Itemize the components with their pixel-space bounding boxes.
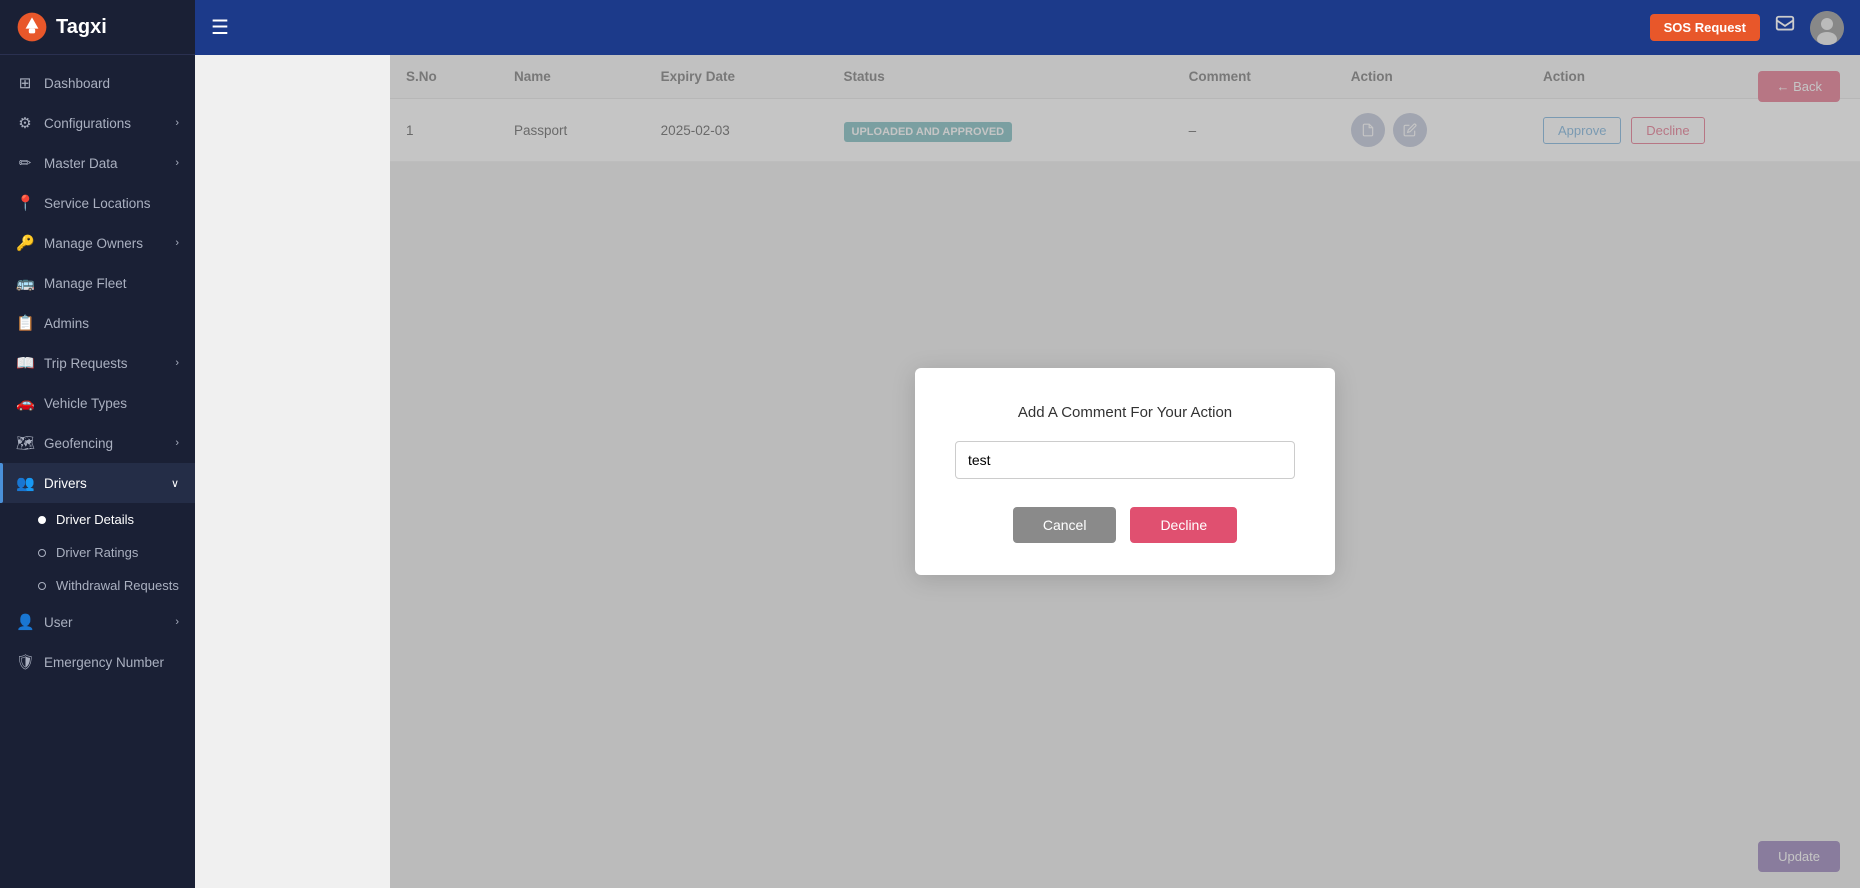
sidebar-item-service-locations[interactable]: 📍 Service Locations <box>0 183 195 223</box>
sidebar-item-configurations[interactable]: ⚙ Configurations › <box>0 103 195 143</box>
sidebar-item-label: User <box>44 615 73 630</box>
sidebar-sub-driver-ratings[interactable]: Driver Ratings <box>0 536 195 569</box>
sidebar-sub-driver-details[interactable]: Driver Details <box>0 503 195 536</box>
decline-comment-modal: Add A Comment For Your Action Cancel Dec… <box>915 368 1335 575</box>
emergency-icon: 🛡 <box>16 653 34 671</box>
sidebar-item-master-data[interactable]: ✏ Master Data › <box>0 143 195 183</box>
sub-dot-icon <box>38 549 46 557</box>
sidebar-item-label: Master Data <box>44 156 118 171</box>
modal-title: Add A Comment For Your Action <box>955 404 1295 421</box>
user-avatar[interactable] <box>1810 11 1844 45</box>
configurations-icon: ⚙ <box>16 114 34 132</box>
sidebar-item-vehicle-types[interactable]: 🚗 Vehicle Types <box>0 383 195 423</box>
topbar-right: SOS Request <box>1650 11 1844 45</box>
modal-actions: Cancel Decline <box>955 507 1295 543</box>
sub-item-label: Driver Details <box>56 512 134 527</box>
chevron-right-icon: › <box>175 437 179 449</box>
sidebar-item-dashboard[interactable]: ⊞ Dashboard <box>0 63 195 103</box>
app-name: Tagxi <box>56 16 107 39</box>
vehicle-icon: 🚗 <box>16 394 34 412</box>
comment-input[interactable] <box>955 441 1295 479</box>
notifications-icon[interactable] <box>1774 14 1796 42</box>
sidebar-nav: ⊞ Dashboard ⚙ Configurations › ✏ Master … <box>0 55 195 888</box>
sidebar-sub-withdrawal-requests[interactable]: Withdrawal Requests <box>0 569 195 602</box>
sub-dot-icon <box>38 582 46 590</box>
sidebar-item-label: Dashboard <box>44 76 110 91</box>
sidebar-item-geofencing[interactable]: 🗺 Geofencing › <box>0 423 195 463</box>
main-content: ← Back S.No Name Expiry Date Status Comm… <box>390 55 1860 888</box>
modal-decline-button[interactable]: Decline <box>1130 507 1237 543</box>
chevron-right-icon: › <box>175 117 179 129</box>
menu-icon[interactable]: ☰ <box>211 15 229 40</box>
chevron-right-icon: › <box>175 237 179 249</box>
chevron-right-icon: › <box>175 157 179 169</box>
sidebar-item-label: Drivers <box>44 476 87 491</box>
sidebar-item-label: Admins <box>44 316 89 331</box>
sidebar-item-trip-requests[interactable]: 📖 Trip Requests › <box>0 343 195 383</box>
topbar: ☰ SOS Request <box>195 0 1860 55</box>
user-icon: 👤 <box>16 613 34 631</box>
location-icon: 📍 <box>16 194 34 212</box>
sidebar-item-label: Manage Fleet <box>44 276 127 291</box>
sidebar-item-label: Vehicle Types <box>44 396 127 411</box>
sidebar-logo: Tagxi <box>0 0 195 55</box>
dashboard-icon: ⊞ <box>16 74 34 92</box>
chevron-down-icon: ∨ <box>171 477 179 490</box>
sub-dot-icon <box>38 516 46 524</box>
master-data-icon: ✏ <box>16 154 34 172</box>
sidebar-item-emergency-number[interactable]: 🛡 Emergency Number <box>0 642 195 682</box>
sidebar: Tagxi ⊞ Dashboard ⚙ Configurations › ✏ M… <box>0 0 195 888</box>
fleet-icon: 🚌 <box>16 274 34 292</box>
sos-request-button[interactable]: SOS Request <box>1650 14 1760 41</box>
drivers-icon: 👥 <box>16 474 34 492</box>
sidebar-item-label: Manage Owners <box>44 236 143 251</box>
app-logo-icon <box>16 11 48 43</box>
sidebar-item-label: Configurations <box>44 116 131 131</box>
sidebar-item-user[interactable]: 👤 User › <box>0 602 195 642</box>
trip-icon: 📖 <box>16 354 34 372</box>
chevron-right-icon: › <box>175 357 179 369</box>
sidebar-item-manage-fleet[interactable]: 🚌 Manage Fleet <box>0 263 195 303</box>
owners-icon: 🔑 <box>16 234 34 252</box>
sidebar-item-drivers[interactable]: 👥 Drivers ∨ <box>0 463 195 503</box>
geofencing-icon: 🗺 <box>16 434 34 452</box>
admins-icon: 📋 <box>16 314 34 332</box>
sidebar-item-label: Emergency Number <box>44 655 164 670</box>
sub-item-label: Withdrawal Requests <box>56 578 179 593</box>
sidebar-item-manage-owners[interactable]: 🔑 Manage Owners › <box>0 223 195 263</box>
sidebar-item-label: Geofencing <box>44 436 113 451</box>
sidebar-item-label: Service Locations <box>44 196 151 211</box>
sub-item-label: Driver Ratings <box>56 545 138 560</box>
sidebar-item-label: Trip Requests <box>44 356 128 371</box>
modal-cancel-button[interactable]: Cancel <box>1013 507 1117 543</box>
active-indicator <box>0 463 3 503</box>
modal-overlay: Add A Comment For Your Action Cancel Dec… <box>390 55 1860 888</box>
chevron-right-icon: › <box>175 616 179 628</box>
sidebar-item-admins[interactable]: 📋 Admins <box>0 303 195 343</box>
